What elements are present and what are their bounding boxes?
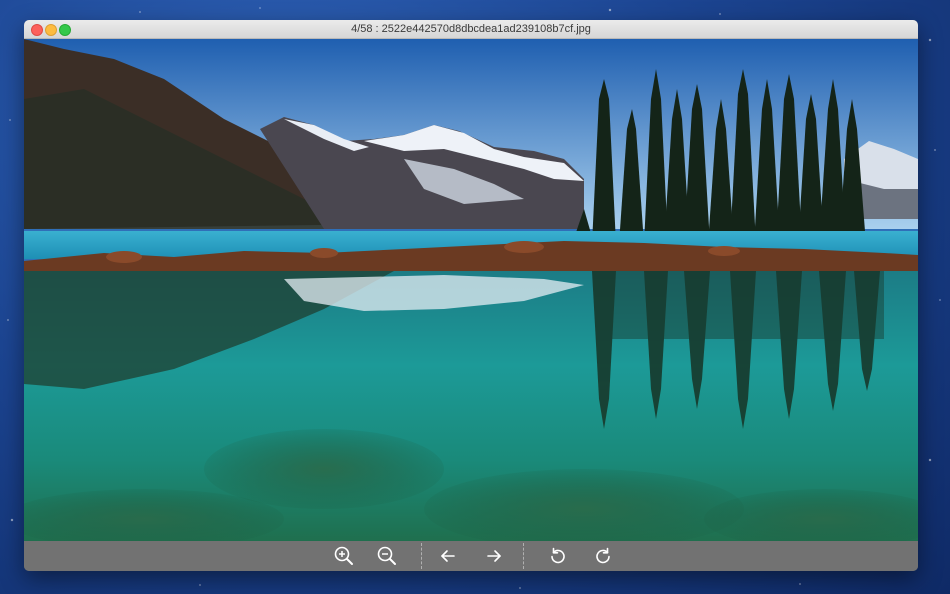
rotate-left-button[interactable] (545, 544, 571, 568)
viewer-toolbar (24, 541, 918, 571)
zoom-in-button[interactable] (331, 544, 357, 568)
image-viewer-window: 4/58 : 2522e442570d8dbcdea1ad239108b7cf.… (24, 20, 918, 571)
rotate-cw-icon (596, 547, 610, 564)
rotate-right-button[interactable] (590, 544, 616, 568)
next-image-button[interactable] (481, 544, 507, 568)
image-canvas[interactable] (24, 39, 918, 541)
zoom-in-icon (334, 546, 353, 565)
window-title: 4/58 : 2522e442570d8dbcdea1ad239108b7cf.… (351, 23, 591, 35)
title-bar[interactable]: 4/58 : 2522e442570d8dbcdea1ad239108b7cf.… (24, 20, 918, 39)
toolbar-separator (523, 543, 524, 569)
toolbar-separator (421, 543, 422, 569)
displayed-photo (24, 39, 918, 541)
arrow-left-icon (441, 550, 455, 562)
arrow-right-icon (487, 550, 501, 562)
rotate-ccw-icon (551, 547, 565, 564)
zoom-out-button[interactable] (374, 544, 400, 568)
zoom-out-icon (377, 546, 396, 565)
previous-image-button[interactable] (435, 544, 461, 568)
